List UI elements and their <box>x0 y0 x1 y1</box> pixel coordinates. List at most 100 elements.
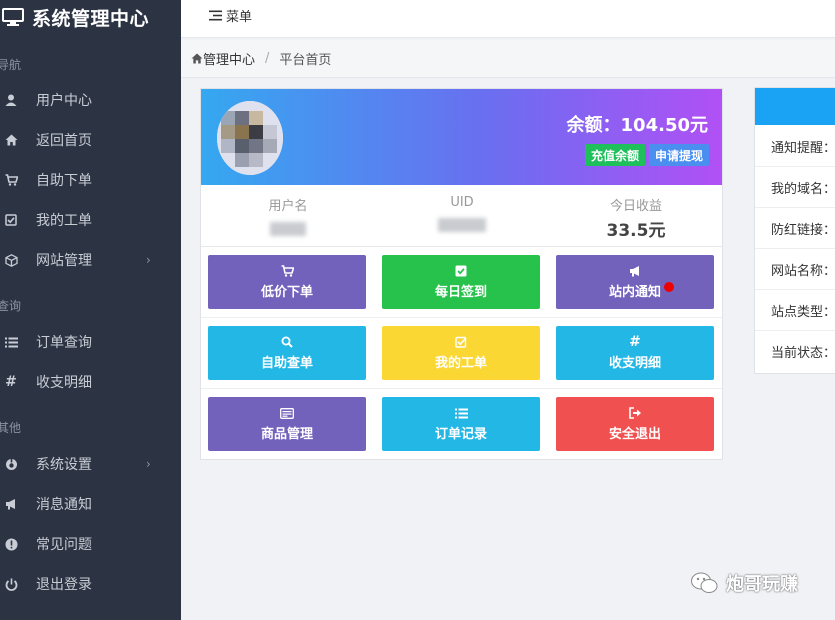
settings-icon <box>3 456 19 472</box>
cart-icon <box>3 172 19 188</box>
tile-label: 站内通知 <box>608 285 661 300</box>
breadcrumb-current: 平台首页 <box>279 53 332 68</box>
menu-label: 菜单 <box>226 10 253 25</box>
sidebar-item-label: 常见问题 <box>36 537 92 553</box>
sidebar-item-user-center[interactable]: 用户中心 <box>0 82 181 118</box>
sidebar-item-system-settings[interactable]: 系统设置 › <box>0 446 181 482</box>
tile-label: 安全退出 <box>608 427 661 442</box>
sidebar-item-my-tickets[interactable]: 我的工单 <box>0 202 181 238</box>
tile-label: 我的工单 <box>434 356 487 371</box>
breadcrumb: 管理中心 / 平台首页 <box>181 40 835 78</box>
tile-label: 订单记录 <box>434 427 487 442</box>
sidebar-item-label: 退出登录 <box>36 577 92 593</box>
sidebar-item-notifications[interactable]: 消息通知 <box>0 486 181 522</box>
section-label-nav: 导航 <box>0 58 22 72</box>
site-info-label: 通知提醒： <box>771 140 835 156</box>
section-label-query: 查询 <box>0 299 22 313</box>
stat-value-redacted <box>270 222 306 236</box>
site-info-row: 通知提醒： <box>755 126 835 167</box>
watermark: 炮哥玩赚 <box>690 570 798 596</box>
tile-site-notice[interactable]: 站内通知 <box>556 255 714 309</box>
tile-label: 商品管理 <box>260 427 313 442</box>
site-info-row: 我的域名： <box>755 167 835 208</box>
sidebar-item-label: 收支明细 <box>36 375 92 391</box>
avatar[interactable] <box>217 101 283 175</box>
breadcrumb-separator: / <box>265 51 270 66</box>
checkbox-icon <box>3 212 19 228</box>
sidebar-item-label: 订单查询 <box>36 335 92 351</box>
sidebar: 系统管理中心 导航 用户中心 返回首页 自助下单 我的工单 网站管理 › 查询 <box>0 0 181 620</box>
stat-today-income: 今日收益 33.5元 <box>576 195 696 241</box>
sidebar-item-finance-detail[interactable]: # 收支明细 <box>0 364 181 400</box>
list-icon <box>3 334 19 350</box>
tile-label: 收支明细 <box>608 356 661 371</box>
sidebar-item-label: 自助下单 <box>36 173 92 189</box>
action-row: 低价下单 每日签到 站内通知 <box>201 247 722 318</box>
chevron-right-icon: › <box>146 457 151 471</box>
stat-value-redacted <box>438 218 486 232</box>
stat-label: UID <box>450 195 474 210</box>
site-info-label: 我的域名： <box>771 181 835 197</box>
checkbox-icon <box>455 264 467 278</box>
sidebar-item-logout[interactable]: 退出登录 <box>0 566 181 602</box>
hashtag-icon: # <box>5 374 17 390</box>
tile-order-records[interactable]: 订单记录 <box>382 397 540 451</box>
wechat-icon <box>691 572 718 593</box>
tile-self-query[interactable]: 自助查单 <box>208 326 366 380</box>
sidebar-item-order-query[interactable]: 订单查询 <box>0 324 181 360</box>
cart-icon <box>281 264 294 278</box>
site-info-label: 防红链接： <box>771 222 835 238</box>
site-info-card: 通知提醒： 我的域名： 防红链接： 网站名称： 站点类型： 当前状态： <box>754 87 835 374</box>
sidebar-item-self-order[interactable]: 自助下单 <box>0 162 181 198</box>
stat-uid: UID <box>402 195 522 236</box>
site-info-header <box>755 88 835 125</box>
tile-label: 每日签到 <box>434 285 487 300</box>
action-row: 自助查单 我的工单 # 收支明细 <box>201 318 722 389</box>
stats-row: 用户名 UID 今日收益 33.5元 <box>201 185 722 247</box>
tile-low-price-order[interactable]: 低价下单 <box>208 255 366 309</box>
breadcrumb-home-label: 管理中心 <box>203 53 256 68</box>
exclamation-icon <box>3 536 19 552</box>
account-card: 余额：104.50元 充值余额 申请提现 用户名 UID 今日收益 33.5元 … <box>200 88 723 460</box>
menu-icon <box>209 10 222 21</box>
tile-label: 低价下单 <box>260 285 313 300</box>
hashtag-icon: # <box>629 334 641 350</box>
sidebar-item-label: 我的工单 <box>36 213 92 229</box>
recharge-button[interactable]: 充值余额 <box>585 144 645 166</box>
balance-amount: 余额：104.50元 <box>566 115 708 136</box>
list-icon <box>454 406 468 420</box>
monitor-icon <box>2 8 24 26</box>
withdraw-button[interactable]: 申请提现 <box>649 144 709 166</box>
cube-icon <box>3 252 19 268</box>
tile-my-tickets[interactable]: 我的工单 <box>382 326 540 380</box>
edit-check-icon <box>455 335 467 349</box>
site-info-row: 站点类型： <box>755 290 835 331</box>
action-row: 商品管理 订单记录 安全退出 <box>201 389 722 460</box>
megaphone-icon <box>3 496 19 512</box>
unread-dot <box>664 282 674 292</box>
account-banner: 余额：104.50元 充值余额 申请提现 <box>201 89 722 185</box>
search-icon <box>281 335 293 349</box>
site-info-label: 当前状态： <box>771 346 835 361</box>
site-info-row: 防红链接： <box>755 208 835 249</box>
card-icon <box>280 406 294 420</box>
sidebar-item-site-manage[interactable]: 网站管理 › <box>0 242 181 278</box>
breadcrumb-home[interactable]: 管理中心 <box>191 49 255 68</box>
stat-label: 今日收益 <box>609 199 662 214</box>
site-info-label: 站点类型： <box>771 304 835 320</box>
sidebar-item-label: 系统设置 <box>36 457 92 473</box>
menu-toggle-button[interactable]: 菜单 <box>209 6 252 25</box>
sidebar-item-home[interactable]: 返回首页 <box>0 122 181 158</box>
tile-daily-checkin[interactable]: 每日签到 <box>382 255 540 309</box>
sidebar-item-label: 用户中心 <box>36 93 92 109</box>
chevron-right-icon: › <box>146 253 151 267</box>
tile-safe-logout[interactable]: 安全退出 <box>556 397 714 451</box>
power-icon <box>3 576 19 592</box>
megaphone-icon <box>629 264 642 278</box>
home-icon <box>3 132 19 148</box>
tile-goods-manage[interactable]: 商品管理 <box>208 397 366 451</box>
tile-finance-detail[interactable]: # 收支明细 <box>556 326 714 380</box>
site-info-row: 网站名称： <box>755 249 835 290</box>
sidebar-item-faq[interactable]: 常见问题 <box>0 526 181 562</box>
site-info-label: 网站名称： <box>771 263 835 279</box>
